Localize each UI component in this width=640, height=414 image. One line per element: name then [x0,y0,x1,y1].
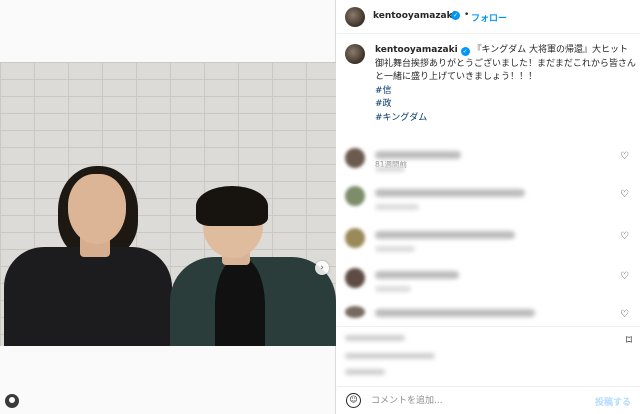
like-comment-heart-icon[interactable]: ♡ [620,271,629,282]
caption-avatar[interactable] [345,44,365,64]
comment-meta-blurred [375,286,411,292]
comment-row: ♡ [345,228,637,258]
like-comment-heart-icon[interactable]: ♡ [620,189,629,200]
like-comment-heart-icon[interactable]: ♡ [620,231,629,242]
bookmark-icon[interactable]: ⌑ [626,333,632,347]
comment-text-blurred [375,231,515,239]
avatar[interactable] [345,7,365,27]
comment-avatar[interactable] [345,148,365,168]
emoji-icon[interactable]: ☺ [346,393,361,408]
comment-row: ♡ [345,148,637,178]
comment-avatar[interactable] [345,268,365,288]
tagged-user-icon[interactable] [5,394,19,408]
action-icons-blurred[interactable] [345,335,405,341]
comment-avatar[interactable] [345,306,365,318]
comment-row: ♡ [345,268,637,298]
post-details-panel: kentooyamazaki ✓ • フォロー kentooyamazaki ✓… [337,0,640,414]
comment-row: ♡ [345,306,637,324]
person-right-shirt [215,257,265,346]
comment-text-blurred [375,271,459,279]
likes-count-blurred [345,353,435,359]
caption-verified-badge-icon: ✓ [460,47,470,56]
person-left-body [4,247,172,346]
caption-text-block: kentooyamazaki ✓ 『キングダム 大将軍の帰還』大ヒット御礼舞台挨… [375,44,637,125]
comment-meta-blurred [375,246,415,252]
like-comment-heart-icon[interactable]: ♡ [620,309,629,320]
verified-badge-icon: ✓ [451,11,460,20]
caption-username[interactable]: kentooyamazaki [375,45,458,55]
post-photo[interactable]: › [0,62,336,346]
post-modal: › kentooyamazaki ✓ • フォロー kentooyamazaki… [0,0,640,414]
separator-dot: • [464,10,470,20]
comment-input[interactable] [371,393,581,408]
comment-composer: ☺ 投稿する [337,386,640,414]
follow-button[interactable]: フォロー [471,11,507,24]
comment-row: ♡ [345,186,637,216]
hashtag-link[interactable]: #政 [375,98,637,112]
media-panel: › [0,0,336,414]
comment-text-blurred [375,151,461,159]
username-link[interactable]: kentooyamazaki [373,11,456,21]
post-comment-button[interactable]: 投稿する [595,395,631,408]
comment-avatar[interactable] [345,228,365,248]
post-header: kentooyamazaki ✓ • フォロー [337,0,640,34]
comment-avatar[interactable] [345,186,365,206]
like-comment-heart-icon[interactable]: ♡ [620,151,629,162]
comment-text-blurred [375,189,525,197]
date-blurred [345,369,385,375]
post-actions: ⌑ [337,326,640,386]
person-right-hair [196,186,268,226]
comment-meta-blurred [375,204,419,210]
comment-text-blurred [375,309,535,317]
next-image-icon[interactable]: › [315,261,329,275]
comment-meta-blurred [375,166,405,172]
hashtag-link[interactable]: #信 [375,85,637,99]
hashtag-link[interactable]: #キングダム [375,112,637,126]
person-left-face [68,174,126,244]
